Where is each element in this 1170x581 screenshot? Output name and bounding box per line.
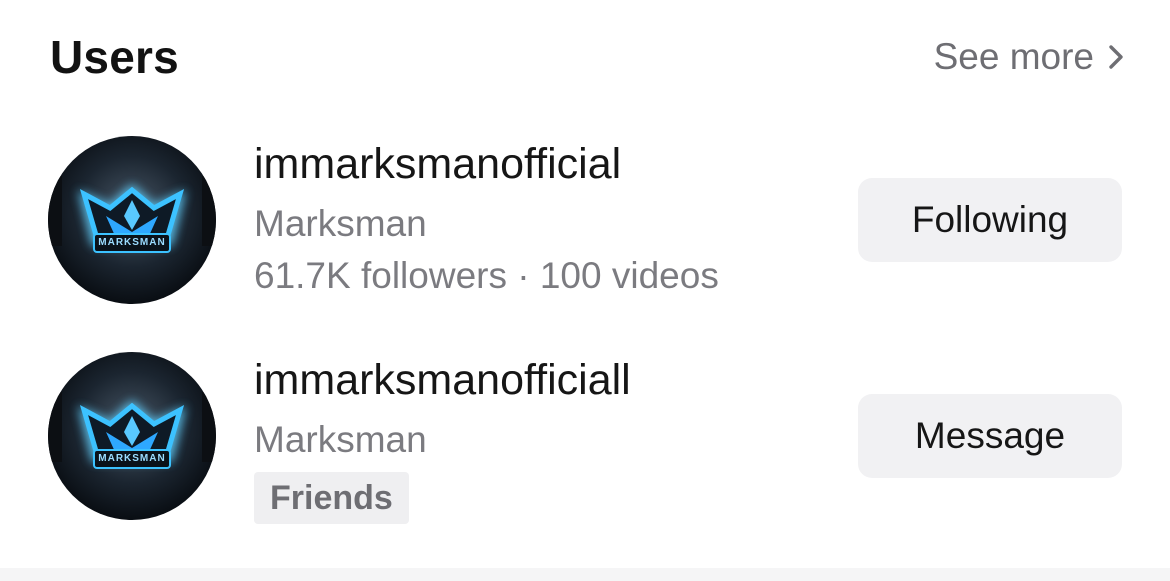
user-row[interactable]: MARKSMAN immarksmanofficiall Marksman Fr… <box>0 342 1170 532</box>
user-info: immarksmanofficial Marksman 61.7K follow… <box>254 136 834 302</box>
section-divider <box>0 568 1170 581</box>
avatar-logo-text: MARKSMAN <box>98 237 166 248</box>
friends-badge: Friends <box>254 472 409 524</box>
avatar-logo-text: MARKSMAN <box>98 453 166 464</box>
users-search-section: Users See more MARKSMAN immarksmanoffici… <box>0 0 1170 581</box>
display-name: Marksman <box>254 419 427 460</box>
username[interactable]: immarksmanofficiall <box>254 352 834 408</box>
user-row[interactable]: MARKSMAN immarksmanofficial Marksman 61.… <box>0 126 1170 316</box>
user-info: immarksmanofficiall Marksman Friends <box>254 352 834 524</box>
user-stats: 61.7K followers · 100 videos <box>254 255 719 296</box>
following-button[interactable]: Following <box>858 178 1122 262</box>
username[interactable]: immarksmanofficial <box>254 136 834 192</box>
see-more-label: See more <box>933 36 1094 77</box>
message-button[interactable]: Message <box>858 394 1122 478</box>
avatar[interactable]: MARKSMAN <box>48 136 216 304</box>
section-title: Users <box>50 31 179 83</box>
chevron-right-icon <box>1108 43 1124 71</box>
display-name: Marksman <box>254 203 427 244</box>
see-more-link[interactable]: See more <box>934 36 1124 78</box>
avatar[interactable]: MARKSMAN <box>48 352 216 520</box>
